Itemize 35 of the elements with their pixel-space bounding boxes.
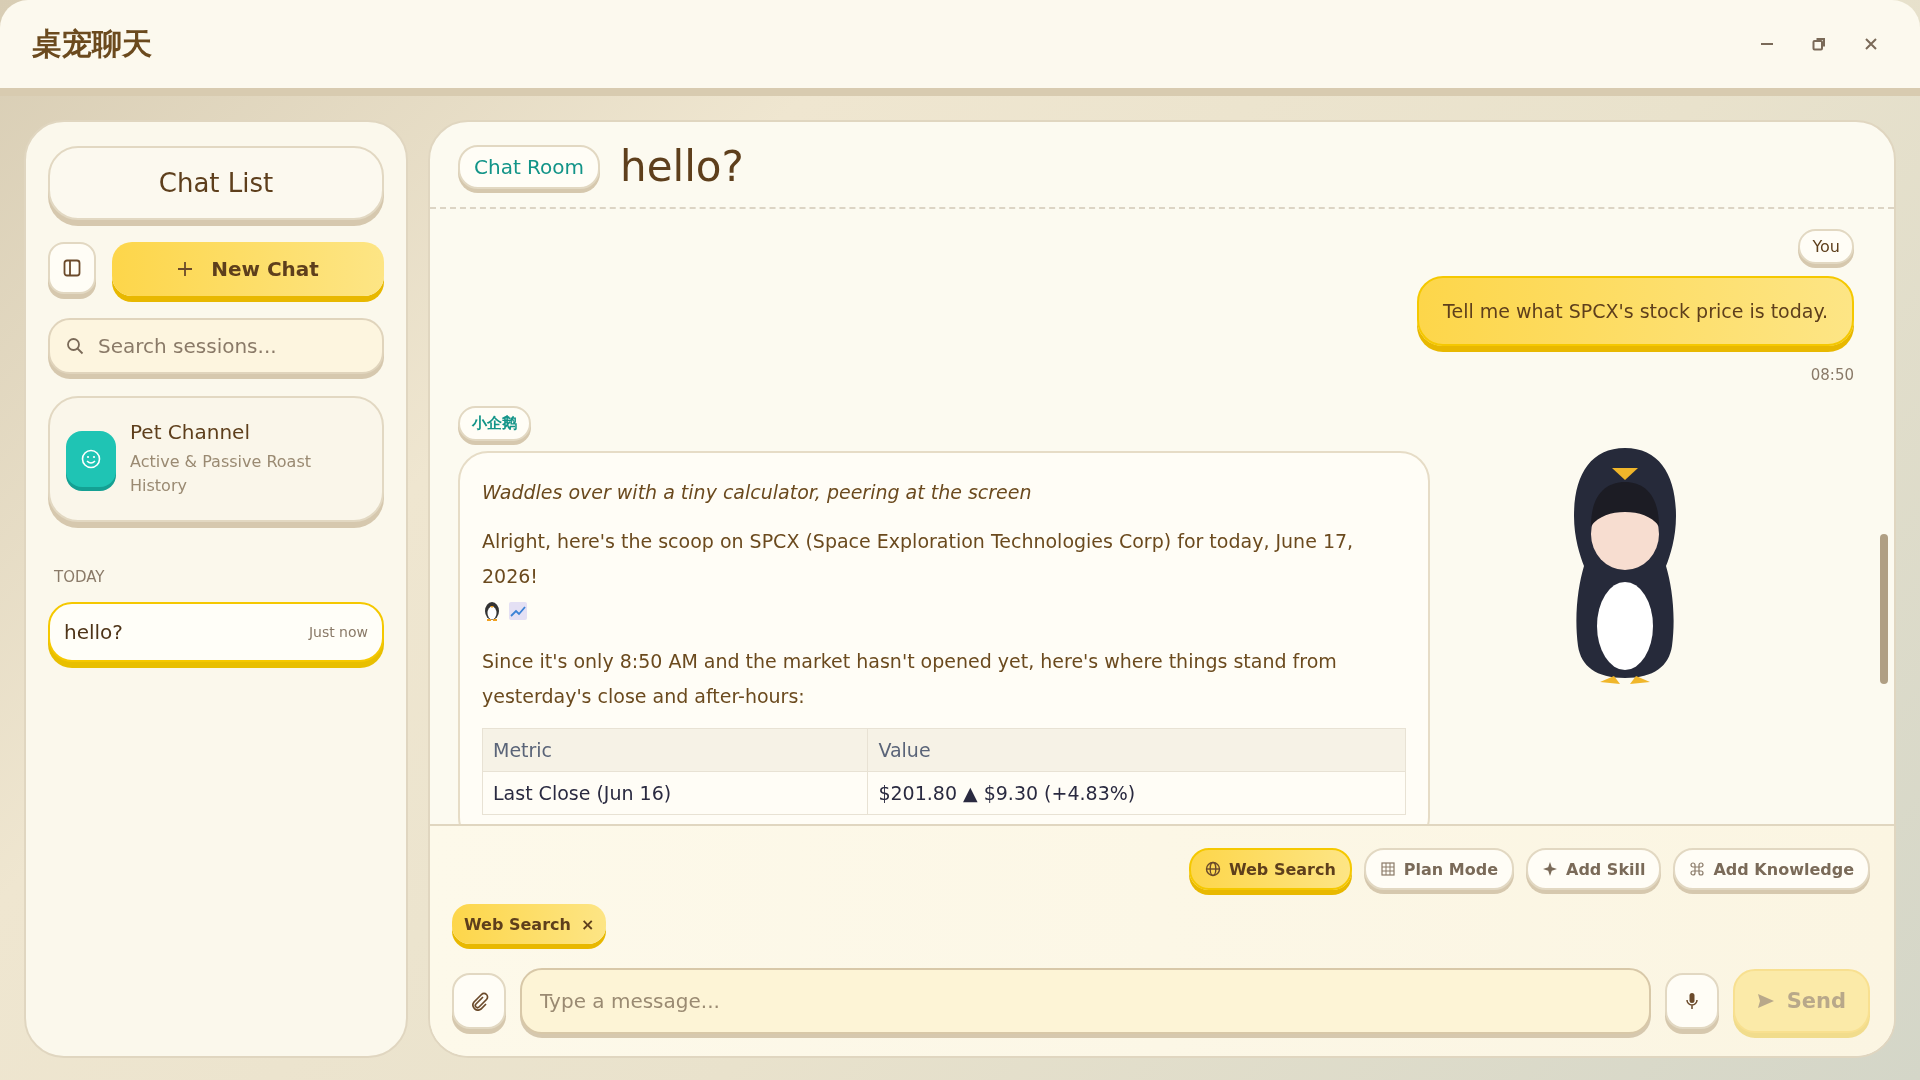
penguin-icon [482, 599, 502, 622]
paperclip-icon [469, 991, 489, 1011]
chat-title: hello? [620, 142, 744, 191]
column-header: Value [867, 728, 1406, 772]
message-text: Since it's only 8:50 AM and the market hasn't opened yet, here's where things stand from yesterday's close and after-hours: [482, 649, 1337, 707]
remove-button[interactable]: × [580, 914, 595, 934]
section-label: TODAY [53, 568, 106, 586]
session-title: hello? [64, 620, 123, 644]
message-text: Alright, here's the scoop on SPCX (Space Exploration Technologies Corp) for today, June 17, 2026! [482, 529, 1355, 590]
restore-icon[interactable] [1812, 37, 1826, 51]
command-icon [1689, 861, 1706, 877]
sidebar-icon [63, 259, 81, 277]
search-icon [66, 337, 84, 355]
channel-description: Active & Passive Roast History [130, 451, 312, 497]
window-title: 桌宠聊天 [32, 24, 152, 63]
chip-label: Web Search [464, 914, 571, 934]
microphone-icon [1683, 992, 1700, 1010]
plus-icon [177, 261, 194, 277]
channel-name: Pet Channel [130, 420, 251, 444]
search-field[interactable]: Search sessions... [48, 318, 384, 374]
message-time: 08:50 [1810, 366, 1854, 384]
smiley-icon [81, 449, 101, 469]
sparkle-icon [1542, 861, 1558, 877]
send-icon [1756, 993, 1775, 1009]
session-time: Just now [308, 624, 368, 640]
grid-icon [1379, 861, 1396, 877]
table-cell: Last Close (Jun 16) [482, 771, 868, 815]
action-text: Waddles over with a tiny calculator, peering at the screen [482, 481, 1032, 503]
table-cell: $201.80 ▲ $9.30 (+4.83%) [867, 771, 1406, 815]
close-icon[interactable] [1864, 37, 1878, 51]
chart-icon [508, 601, 528, 622]
column-header: Metric [482, 728, 868, 772]
globe-icon [1204, 861, 1221, 877]
scrollbar[interactable] [1880, 534, 1888, 684]
message-input[interactable]: Type a message... [520, 968, 1651, 1034]
